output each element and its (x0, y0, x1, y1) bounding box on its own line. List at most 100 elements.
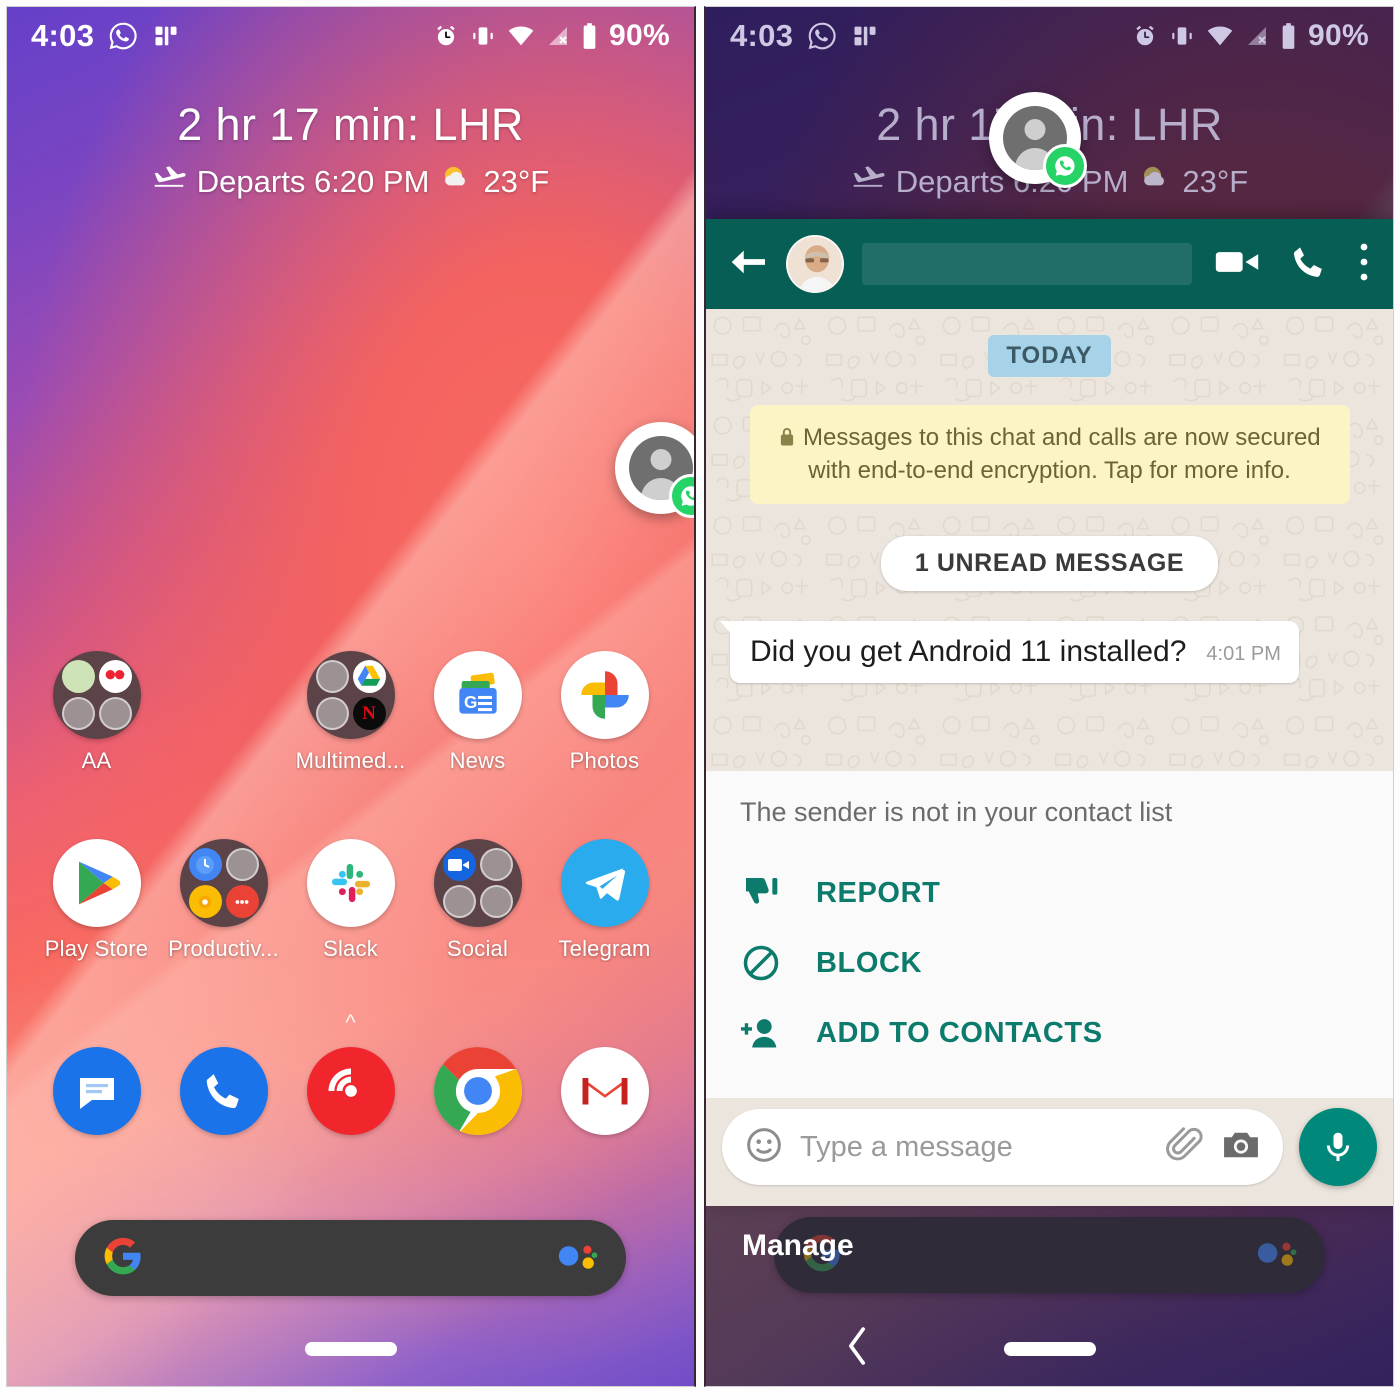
telegram-icon (560, 839, 649, 927)
voice-record-button[interactable] (1299, 1108, 1377, 1186)
paperclip-icon[interactable] (1165, 1125, 1205, 1170)
widget-temperature: 23°F (1182, 164, 1249, 199)
app-multimedia[interactable]: N Multimed... (287, 651, 414, 774)
phone-call-icon[interactable] (1289, 242, 1329, 287)
app-label: News (449, 748, 506, 773)
google-assistant-icon[interactable] (556, 1237, 600, 1280)
chat-bubble-head[interactable] (615, 422, 694, 518)
page-indicator[interactable]: ^ (7, 1010, 694, 1036)
alarm-icon (433, 23, 459, 49)
status-bar-time: 4:03 (31, 18, 95, 53)
battery-percent: 90% (609, 19, 670, 52)
folder-mini-1 (61, 660, 95, 693)
app-news[interactable]: G News (414, 651, 541, 774)
dock-app-gmail[interactable]: Gmail (541, 1047, 668, 1170)
airplane-depart-icon (851, 164, 885, 200)
play-store-icon (52, 839, 141, 927)
app-label: Slack (323, 936, 378, 961)
folder-multimedia-icon: N (306, 651, 395, 739)
folder-mini-4 (479, 885, 513, 918)
dock-app-phone[interactable]: Phone (160, 1047, 287, 1170)
folder-mini-3 (61, 697, 95, 730)
phone-icon (179, 1047, 268, 1135)
app-label: Play Store (44, 936, 149, 961)
google-assistant-icon[interactable] (1255, 1234, 1299, 1277)
folder-aa-icon (52, 651, 141, 739)
chat-bubble-head[interactable] (989, 92, 1087, 188)
block-button[interactable]: BLOCK (740, 928, 1359, 998)
whatsapp-icon (807, 21, 837, 51)
gesture-pill-icon[interactable] (1003, 1342, 1096, 1356)
emoji-icon[interactable] (744, 1125, 784, 1170)
gmail-icon (560, 1047, 649, 1135)
no-signal-icon (1245, 24, 1269, 48)
folder-mini-4: N (352, 697, 386, 730)
add-to-contacts-button[interactable]: ADD TO CONTACTS (740, 998, 1359, 1068)
whatsapp-message-list[interactable]: TODAY Messages to this chat and calls ar… (706, 309, 1393, 1098)
nav-back-icon[interactable] (844, 1326, 870, 1372)
app-play-store[interactable]: Play Store (33, 839, 160, 962)
incoming-message-bubble[interactable]: Did you get Android 11 installed? 4:01 P… (720, 621, 1299, 684)
folder-social-icon (433, 839, 522, 927)
widget-departs-text: Departs 6:20 PM (196, 164, 430, 199)
right-phone-whatsapp-bubble: 4:03 90% 2 hr LHR Departs 6:20 PM 23°F T… (704, 6, 1394, 1387)
manage-bubbles-label[interactable]: Manage (742, 1229, 854, 1263)
thumbs-down-icon (740, 873, 782, 913)
gesture-nav-bar (7, 1312, 694, 1386)
partly-sunny-icon (1139, 163, 1171, 201)
app-label: Photos (569, 748, 640, 773)
app-label: Telegram (558, 936, 651, 961)
unread-divider-chip: 1 UNREAD MESSAGE (880, 536, 1219, 592)
camera-icon[interactable] (1221, 1128, 1261, 1167)
vibrate-icon (1169, 23, 1195, 49)
app-productivity[interactable]: Productiv... (160, 839, 287, 962)
at-a-glance-widget[interactable]: 2 hr 17 min: LHR Departs 6:20 PM 23°F (7, 99, 694, 201)
dock-app-messages[interactable]: Messages (33, 1047, 160, 1170)
contact-avatar[interactable] (786, 235, 844, 293)
google-photos-icon (560, 651, 649, 739)
app-photos[interactable]: Photos (541, 651, 668, 774)
vibrate-icon (470, 23, 496, 49)
fi-network-icon (152, 22, 180, 50)
app-telegram[interactable]: Telegram (541, 839, 668, 962)
dock-app-chrome[interactable]: Chrome (414, 1047, 541, 1170)
block-label: BLOCK (816, 946, 923, 979)
alarm-icon (1132, 23, 1158, 49)
folder-mini-1 (442, 848, 476, 881)
status-bar-time: 4:03 (730, 18, 794, 53)
day-divider-chip: TODAY (988, 335, 1111, 377)
google-search-bar[interactable] (774, 1217, 1325, 1293)
encryption-notice[interactable]: Messages to this chat and calls are now … (749, 405, 1350, 505)
gesture-pill-icon[interactable] (304, 1342, 397, 1356)
report-label: REPORT (816, 876, 941, 909)
whatsapp-chat-panel: TODAY Messages to this chat and calls ar… (706, 219, 1393, 1206)
message-text: Did you get Android 11 installed? (750, 635, 1187, 669)
dock-app-pocket-casts[interactable]: Pocket Casts (287, 1047, 414, 1170)
home-app-row-1: AA N Multimed... G News Photos (7, 651, 694, 774)
back-arrow-icon[interactable] (728, 245, 768, 284)
home-app-row-2: Play Store Productiv... Slack Social Tel… (7, 839, 694, 962)
folder-mini-2 (98, 660, 132, 693)
folder-mini-2 (352, 660, 386, 693)
whatsapp-header-actions (1213, 240, 1371, 289)
video-call-icon[interactable] (1213, 245, 1261, 284)
message-input-pill[interactable]: Type a message (722, 1109, 1283, 1185)
folder-mini-3 (315, 697, 349, 730)
encryption-notice-text: Messages to this chat and calls are now … (803, 424, 1321, 484)
more-vertical-icon[interactable] (1357, 240, 1371, 289)
whatsapp-input-bar: Type a message (706, 1098, 1393, 1206)
message-row: Did you get Android 11 installed? 4:01 P… (720, 621, 1369, 684)
airplane-depart-icon (152, 164, 186, 200)
status-bar: 4:03 90% (706, 7, 1393, 65)
report-button[interactable]: REPORT (740, 858, 1359, 928)
app-label: Multimed... (295, 748, 406, 773)
app-slack[interactable]: Slack (287, 839, 414, 962)
app-social[interactable]: Social (414, 839, 541, 962)
app-label: AA (81, 748, 112, 773)
app-aa[interactable]: AA (33, 651, 160, 774)
folder-mini-4 (98, 697, 132, 730)
folder-mini-2 (479, 848, 513, 881)
message-input[interactable]: Type a message (800, 1131, 1149, 1164)
slack-icon (306, 839, 395, 927)
google-search-bar[interactable] (75, 1220, 626, 1296)
